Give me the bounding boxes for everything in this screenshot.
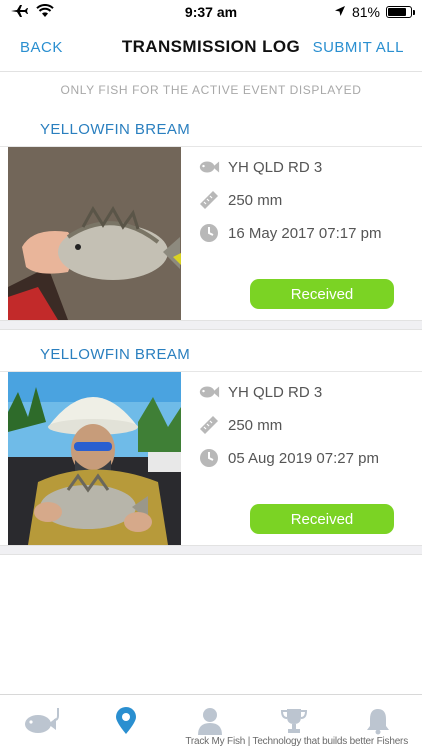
trophy-icon: [280, 707, 308, 740]
fish-entry-card[interactable]: YELLOWFIN BREAM YH QLD RD 3 250 mm 05 Au…: [0, 345, 422, 557]
card-separator: [0, 545, 422, 555]
fish-entry-card[interactable]: YELLOWFIN BREAM YH QLD RD 3 250 mm 16 Ma…: [0, 120, 422, 332]
info-note: ONLY FISH FOR THE ACTIVE EVENT DISPLAYED: [60, 83, 362, 97]
tab-leaderboard[interactable]: [274, 707, 314, 739]
event-name: YH QLD RD 3: [228, 383, 323, 401]
datetime-row: 05 Aug 2019 07:27 pm: [198, 447, 379, 469]
location-pin-icon: [115, 706, 137, 740]
event-row: YH QLD RD 3: [198, 381, 322, 403]
bell-icon: [365, 707, 391, 740]
length-row: 250 mm: [198, 414, 282, 436]
clock-icon: [198, 447, 220, 469]
footer-tagline: Track My Fish | Technology that builds b…: [185, 736, 408, 747]
profile-icon: [197, 707, 223, 740]
fish-icon: [198, 156, 220, 178]
fish-photo[interactable]: [8, 372, 181, 545]
location-arrow-icon: [334, 4, 346, 20]
fish-icon: [198, 381, 220, 403]
nav-bar: BACK TRANSMISSION LOG SUBMIT ALL: [0, 26, 422, 72]
status-bar: 9:37 am 81%: [0, 0, 422, 26]
datetime-value: 05 Aug 2019 07:27 pm: [228, 449, 379, 467]
event-row: YH QLD RD 3: [198, 156, 322, 178]
battery-icon: [386, 6, 415, 18]
tab-bar: Track My Fish | Technology that builds b…: [0, 694, 422, 750]
status-received-button[interactable]: Received: [250, 504, 394, 534]
fish-hook-icon: [20, 706, 64, 741]
submit-all-button[interactable]: SUBMIT ALL: [313, 39, 404, 56]
status-received-button[interactable]: Received: [250, 279, 394, 309]
clock-icon: [198, 222, 220, 244]
tab-profile[interactable]: [190, 707, 230, 739]
length-value: 250 mm: [228, 191, 283, 209]
tab-notifications[interactable]: [358, 707, 398, 739]
species-title: YELLOWFIN BREAM: [40, 346, 191, 363]
status-right: 81%: [334, 4, 415, 20]
tab-catch[interactable]: [22, 707, 62, 739]
ruler-icon: [198, 189, 220, 211]
ruler-icon: [198, 414, 220, 436]
card-separator: [0, 320, 422, 330]
event-name: YH QLD RD 3: [228, 158, 323, 176]
battery-level: [388, 8, 406, 16]
length-value: 250 mm: [228, 416, 283, 434]
fish-photo[interactable]: [8, 147, 181, 320]
species-title: YELLOWFIN BREAM: [40, 121, 191, 138]
battery-percent: 81%: [351, 4, 380, 20]
datetime-row: 16 May 2017 07:17 pm: [198, 222, 381, 244]
tab-location[interactable]: [106, 706, 146, 740]
datetime-value: 16 May 2017 07:17 pm: [228, 224, 382, 242]
length-row: 250 mm: [198, 189, 282, 211]
